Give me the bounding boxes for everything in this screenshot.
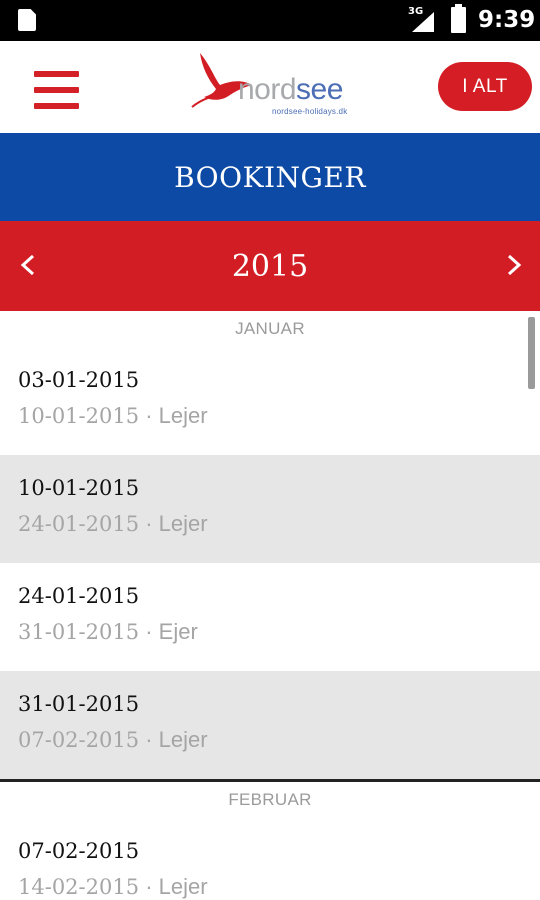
sd-card-icon bbox=[18, 9, 36, 31]
signal-icon bbox=[412, 12, 434, 32]
year-navigator: 2015 bbox=[0, 221, 540, 311]
booking-end-info: 07-02-2015 · Lejer bbox=[18, 727, 208, 752]
booking-end-info: 14-02-2015 · Lejer bbox=[18, 874, 208, 899]
booking-row[interactable]: 10-01-2015 24-01-2015 · Lejer bbox=[0, 455, 540, 563]
booking-type: Lejer bbox=[158, 403, 208, 428]
booking-list[interactable]: JANUAR 03-01-2015 10-01-2015 · Lejer 10-… bbox=[0, 311, 540, 900]
booking-start-date: 10-01-2015 bbox=[18, 476, 140, 500]
battery-icon bbox=[451, 4, 466, 33]
i-alt-button[interactable]: I ALT bbox=[438, 62, 532, 111]
previous-year-chevron-left-icon[interactable] bbox=[8, 245, 48, 285]
booking-start-date: 03-01-2015 bbox=[18, 368, 140, 392]
logo-wordmark: nordsee bbox=[238, 73, 343, 106]
booking-row[interactable]: 31-01-2015 07-02-2015 · Lejer bbox=[0, 671, 540, 779]
logo-domain: nordsee-holidays.dk bbox=[272, 107, 348, 116]
booking-type: Lejer bbox=[158, 874, 208, 899]
app-bar: nordsee nordsee-holidays.dk I ALT bbox=[0, 41, 540, 133]
booking-row[interactable]: 03-01-2015 10-01-2015 · Lejer bbox=[0, 347, 540, 455]
booking-row[interactable]: 24-01-2015 31-01-2015 · Ejer bbox=[0, 563, 540, 671]
booking-start-date: 31-01-2015 bbox=[18, 692, 140, 716]
booking-end-info: 10-01-2015 · Lejer bbox=[18, 403, 208, 428]
hamburger-menu-icon[interactable] bbox=[34, 71, 79, 109]
list-scrollbar[interactable] bbox=[528, 317, 535, 389]
booking-type: Lejer bbox=[158, 511, 208, 536]
booking-end-info: 24-01-2015 · Lejer bbox=[18, 511, 208, 536]
booking-end-info: 31-01-2015 · Ejer bbox=[18, 619, 198, 644]
next-year-chevron-right-icon[interactable] bbox=[494, 245, 534, 285]
status-clock: 9:39 bbox=[478, 7, 536, 33]
status-bar: 3G 9:39 bbox=[0, 0, 540, 41]
month-header: FEBRUAR bbox=[0, 782, 540, 818]
booking-type: Ejer bbox=[158, 619, 198, 644]
page-title: BOOKINGER bbox=[0, 133, 540, 221]
month-header: JANUAR bbox=[0, 311, 540, 347]
booking-type: Lejer bbox=[158, 727, 208, 752]
booking-row[interactable]: 07-02-2015 14-02-2015 · Lejer bbox=[0, 818, 540, 900]
booking-start-date: 24-01-2015 bbox=[18, 584, 140, 608]
year-label: 2015 bbox=[231, 248, 309, 284]
booking-start-date: 07-02-2015 bbox=[18, 839, 140, 863]
